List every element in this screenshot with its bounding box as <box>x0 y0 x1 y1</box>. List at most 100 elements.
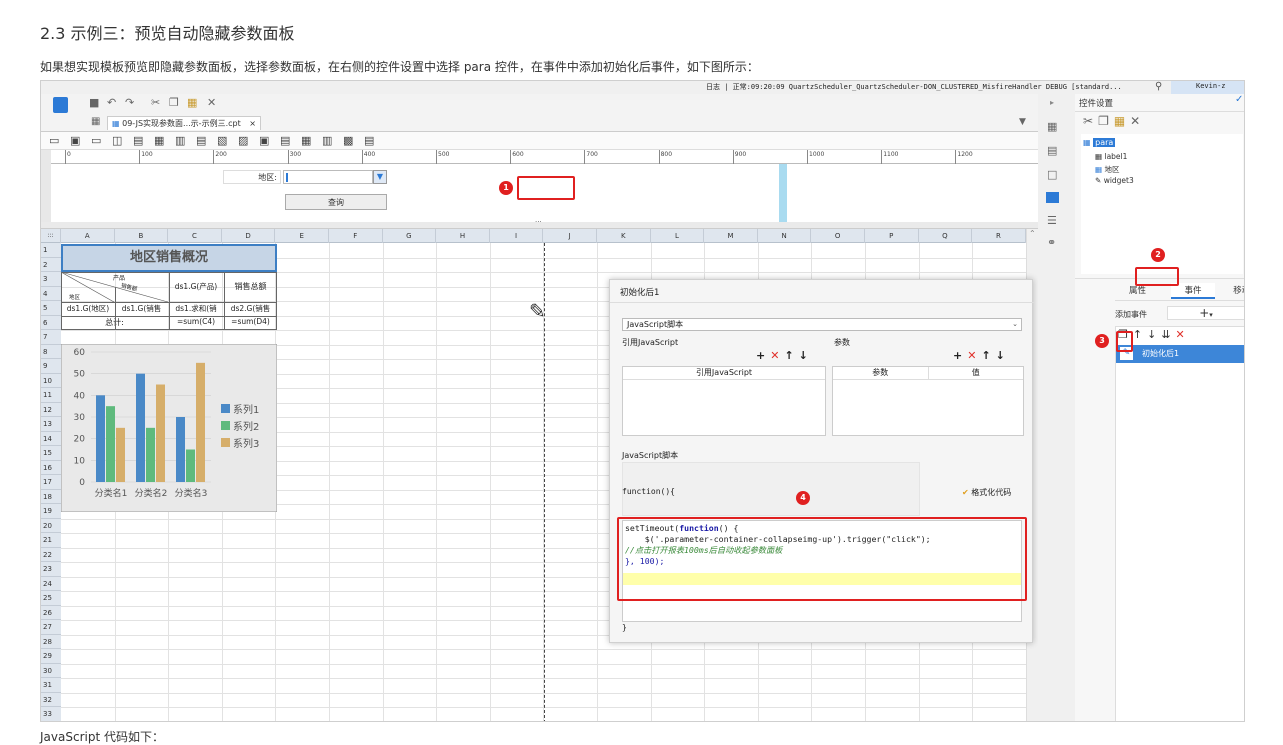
widget-tool-icon[interactable]: ▤ <box>196 134 206 147</box>
row-header-16[interactable]: 16 <box>41 461 61 475</box>
widget-tool-icon[interactable]: ▤ <box>280 134 290 147</box>
row-header-31[interactable]: 31 <box>41 678 61 693</box>
redo-icon[interactable]: ↷ <box>125 96 134 109</box>
move-down-icon[interactable]: ↓ <box>799 349 813 362</box>
tab-menu-icon[interactable]: ▼ <box>1019 117 1026 127</box>
layout-icon[interactable]: ☰ <box>1047 214 1057 227</box>
row-header-26[interactable]: 26 <box>41 606 61 620</box>
event-up-icon[interactable]: ↑ <box>1133 328 1147 341</box>
paste-icon[interactable]: ▦ <box>187 96 197 109</box>
widget-tool-icon[interactable]: ▣ <box>70 134 80 147</box>
file-tab[interactable]: ▦ 09-JS实现参数面...示-示例三.cpt × <box>107 116 261 130</box>
column-header-h[interactable]: H <box>436 229 490 243</box>
column-header-m[interactable]: M <box>704 229 758 243</box>
cell-d5[interactable]: =sum(D4) <box>224 317 277 326</box>
column-header-r[interactable]: R <box>972 229 1026 243</box>
add-icon[interactable]: + <box>756 349 770 362</box>
remove-icon[interactable]: ✕ <box>770 349 784 362</box>
search-icon[interactable]: ⚲ <box>1155 81 1162 92</box>
row-header-30[interactable]: 30 <box>41 664 61 678</box>
column-header-b[interactable]: B <box>115 229 169 243</box>
link-icon[interactable]: ⚭ <box>1047 236 1056 249</box>
column-header-n[interactable]: N <box>758 229 812 243</box>
widget-tool-icon[interactable]: ▤ <box>133 134 143 147</box>
cell-b4[interactable]: ds1.G(销售 <box>115 303 168 314</box>
row-header-7[interactable]: 7 <box>41 330 61 345</box>
panel-paste-icon[interactable]: ▦ <box>1114 114 1130 128</box>
widget-tool-icon[interactable]: ▧ <box>217 134 227 147</box>
tree-item-widget3[interactable]: ✎ widget3 <box>1095 176 1134 185</box>
cell-c4[interactable]: ds1.求和(销 <box>169 303 223 314</box>
event-type-select[interactable]: JavaScript脚本 ⌄ <box>622 318 1022 331</box>
row-header-5[interactable]: 5 <box>41 301 61 316</box>
row-header-8[interactable]: 8 <box>41 345 61 359</box>
column-header-i[interactable]: I <box>490 229 544 243</box>
column-header-d[interactable]: D <box>222 229 276 243</box>
widget-tool-icon[interactable]: ◫ <box>112 134 122 147</box>
row-header-17[interactable]: 17 <box>41 475 61 490</box>
tree-root[interactable]: ▦ para <box>1083 138 1116 147</box>
column-header-k[interactable]: K <box>597 229 651 243</box>
report-title-cell[interactable]: 地区销售概况 <box>61 244 277 272</box>
widget-tool-icon[interactable]: ▥ <box>175 134 185 147</box>
row-header-1[interactable]: 1 <box>41 243 61 258</box>
widget-tool-icon[interactable]: ▦ <box>301 134 311 147</box>
column-header-o[interactable]: O <box>811 229 865 243</box>
panel-delete-icon[interactable]: ✕ <box>1130 114 1145 128</box>
move-up-icon[interactable]: ↑ <box>784 349 798 362</box>
remove-param-icon[interactable]: ✕ <box>967 349 981 362</box>
row-header-13[interactable]: 13 <box>41 417 61 432</box>
row-header-32[interactable]: 32 <box>41 693 61 707</box>
cell-c5[interactable]: =sum(C4) <box>169 317 223 326</box>
event-delete-icon[interactable]: ✕ <box>1176 328 1190 341</box>
add-event-button[interactable]: +▾ <box>1167 306 1244 320</box>
widget-tool-icon[interactable]: ▭ <box>91 134 101 147</box>
widget-tool-icon[interactable]: ▭ <box>49 134 59 147</box>
row-header-27[interactable]: 27 <box>41 620 61 635</box>
tree-item-label1[interactable]: ▦ label1 <box>1095 152 1127 161</box>
row-header-10[interactable]: 10 <box>41 374 61 388</box>
region-combobox[interactable] <box>283 170 373 184</box>
row-header-22[interactable]: 22 <box>41 548 61 562</box>
column-header-e[interactable]: E <box>275 229 329 243</box>
splitter[interactable]: ··· <box>41 218 1038 229</box>
app-logo-icon[interactable] <box>53 97 68 113</box>
row-header-28[interactable]: 28 <box>41 635 61 649</box>
dropdown-icon[interactable]: ▼ <box>373 170 387 184</box>
panel-boundary-marker[interactable] <box>779 164 787 222</box>
row-header-33[interactable]: 33 <box>41 707 61 721</box>
row-header-4[interactable]: 4 <box>41 287 61 301</box>
query-button[interactable]: 查询 <box>285 194 387 210</box>
row-header-12[interactable]: 12 <box>41 403 61 417</box>
row-header-11[interactable]: 11 <box>41 388 61 403</box>
row-header-15[interactable]: 15 <box>41 446 61 461</box>
column-header-c[interactable]: C <box>168 229 222 243</box>
cell-d3[interactable]: 销售总额 <box>224 281 277 292</box>
widget-tool-icon[interactable]: ▩ <box>343 134 353 147</box>
widget-icon[interactable]: □ <box>1047 168 1057 181</box>
widget-tool-icon[interactable]: ▦ <box>154 134 164 147</box>
column-header-l[interactable]: L <box>651 229 705 243</box>
user-name[interactable]: Kevin-z <box>1196 82 1226 90</box>
param-table[interactable]: 参数 值 <box>832 366 1024 436</box>
save-icon[interactable]: ■ <box>89 96 99 109</box>
copy-icon[interactable]: ❐ <box>169 96 179 109</box>
column-header-j[interactable]: J <box>543 229 597 243</box>
row-header-2[interactable]: 2 <box>41 258 61 272</box>
column-header-f[interactable]: F <box>329 229 383 243</box>
condition-icon[interactable]: ▤ <box>1047 144 1057 157</box>
row-header-3[interactable]: 3 <box>41 272 61 287</box>
cell-d4[interactable]: ds2.G(销售 <box>224 303 277 314</box>
column-header-g[interactable]: G <box>383 229 437 243</box>
row-header-18[interactable]: 18 <box>41 490 61 504</box>
bar-chart[interactable]: 0 10 20 30 40 50 60 分类名1 分类名2 分类名3 系列1 系列2 系列3 <box>61 344 277 512</box>
cut-icon[interactable]: ✂ <box>151 96 160 109</box>
panel-pin-icon[interactable]: ✓ <box>1235 94 1243 105</box>
column-header-p[interactable]: P <box>865 229 919 243</box>
widget-settings-icon[interactable] <box>1046 192 1059 203</box>
event-sort-icon[interactable]: ⇊ <box>1161 328 1175 341</box>
ref-js-table[interactable]: 引用JavaScript <box>622 366 826 436</box>
widget-tool-icon[interactable]: ▨ <box>238 134 248 147</box>
panel-copy-icon[interactable]: ❐ <box>1098 114 1114 128</box>
tree-item-region[interactable]: ▦ 地区 <box>1095 164 1119 175</box>
